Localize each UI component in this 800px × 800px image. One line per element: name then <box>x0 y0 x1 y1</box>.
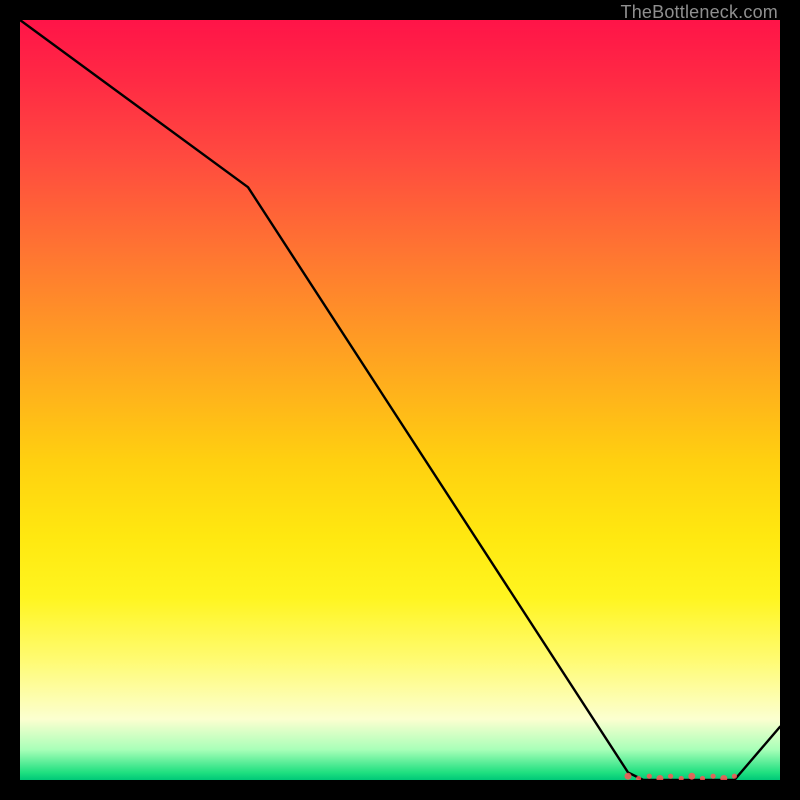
data-point-marker <box>711 774 716 779</box>
data-point-marker <box>732 774 737 779</box>
chart-overlay <box>20 20 780 780</box>
plot-area <box>20 20 780 780</box>
data-point-marker <box>688 773 695 780</box>
data-point-marker <box>625 773 632 780</box>
data-point-marker <box>700 776 705 780</box>
chart-frame: TheBottleneck.com <box>0 0 800 800</box>
data-point-marker <box>720 775 727 780</box>
data-point-marker <box>656 775 663 780</box>
data-point-marker <box>668 774 673 779</box>
data-point-marker <box>679 776 684 780</box>
data-point-marker <box>647 774 652 779</box>
curve-line <box>20 20 780 780</box>
